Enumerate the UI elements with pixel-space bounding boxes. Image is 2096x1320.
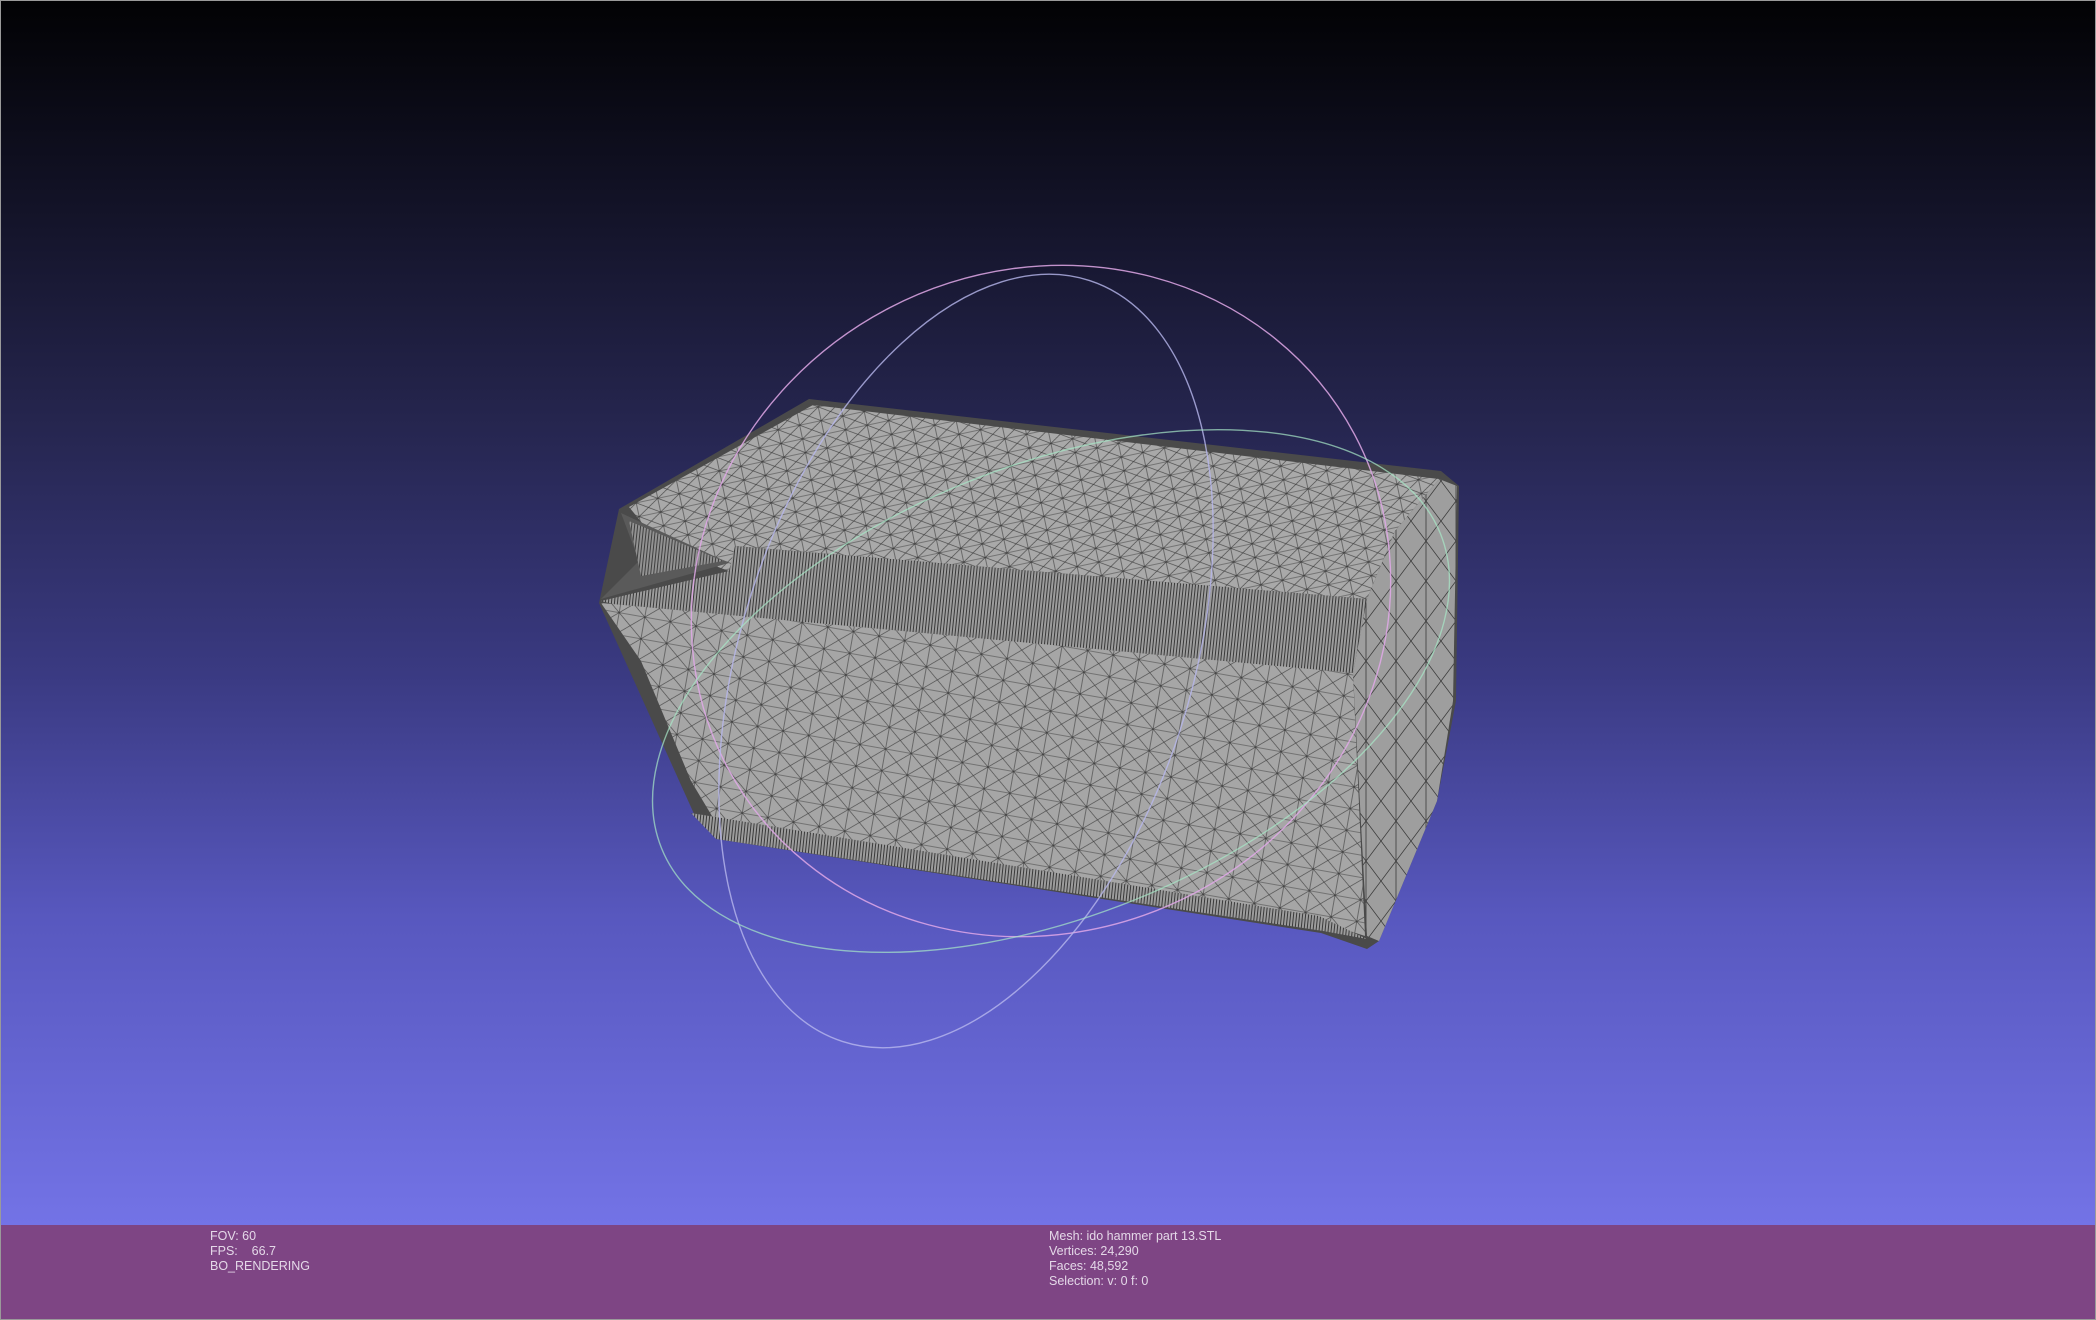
3d-viewport[interactable]: [0, 0, 2096, 1225]
render-info: FOV: 60 FPS: 66.7 BO_RENDERING: [210, 1229, 310, 1274]
fps-readout: FPS: 66.7: [210, 1244, 277, 1258]
render-mode: BO_RENDERING: [210, 1259, 311, 1273]
selection-info: Selection: v: 0 f: 0: [1049, 1274, 1149, 1288]
vertex-count: Vertices: 24,290: [1049, 1244, 1139, 1258]
fov-readout: FOV: 60: [210, 1229, 257, 1243]
info-bar: FOV: 60 FPS: 66.7 BO_RENDERING Mesh: ido…: [0, 1225, 2096, 1320]
mesh-name: Mesh: ido hammer part 13.STL: [1049, 1229, 1222, 1243]
face-count: Faces: 48,592: [1049, 1259, 1129, 1273]
mesh-render[interactable]: [1, 1, 2096, 1225]
mesh-info: Mesh: ido hammer part 13.STL Vertices: 2…: [1049, 1229, 1221, 1289]
